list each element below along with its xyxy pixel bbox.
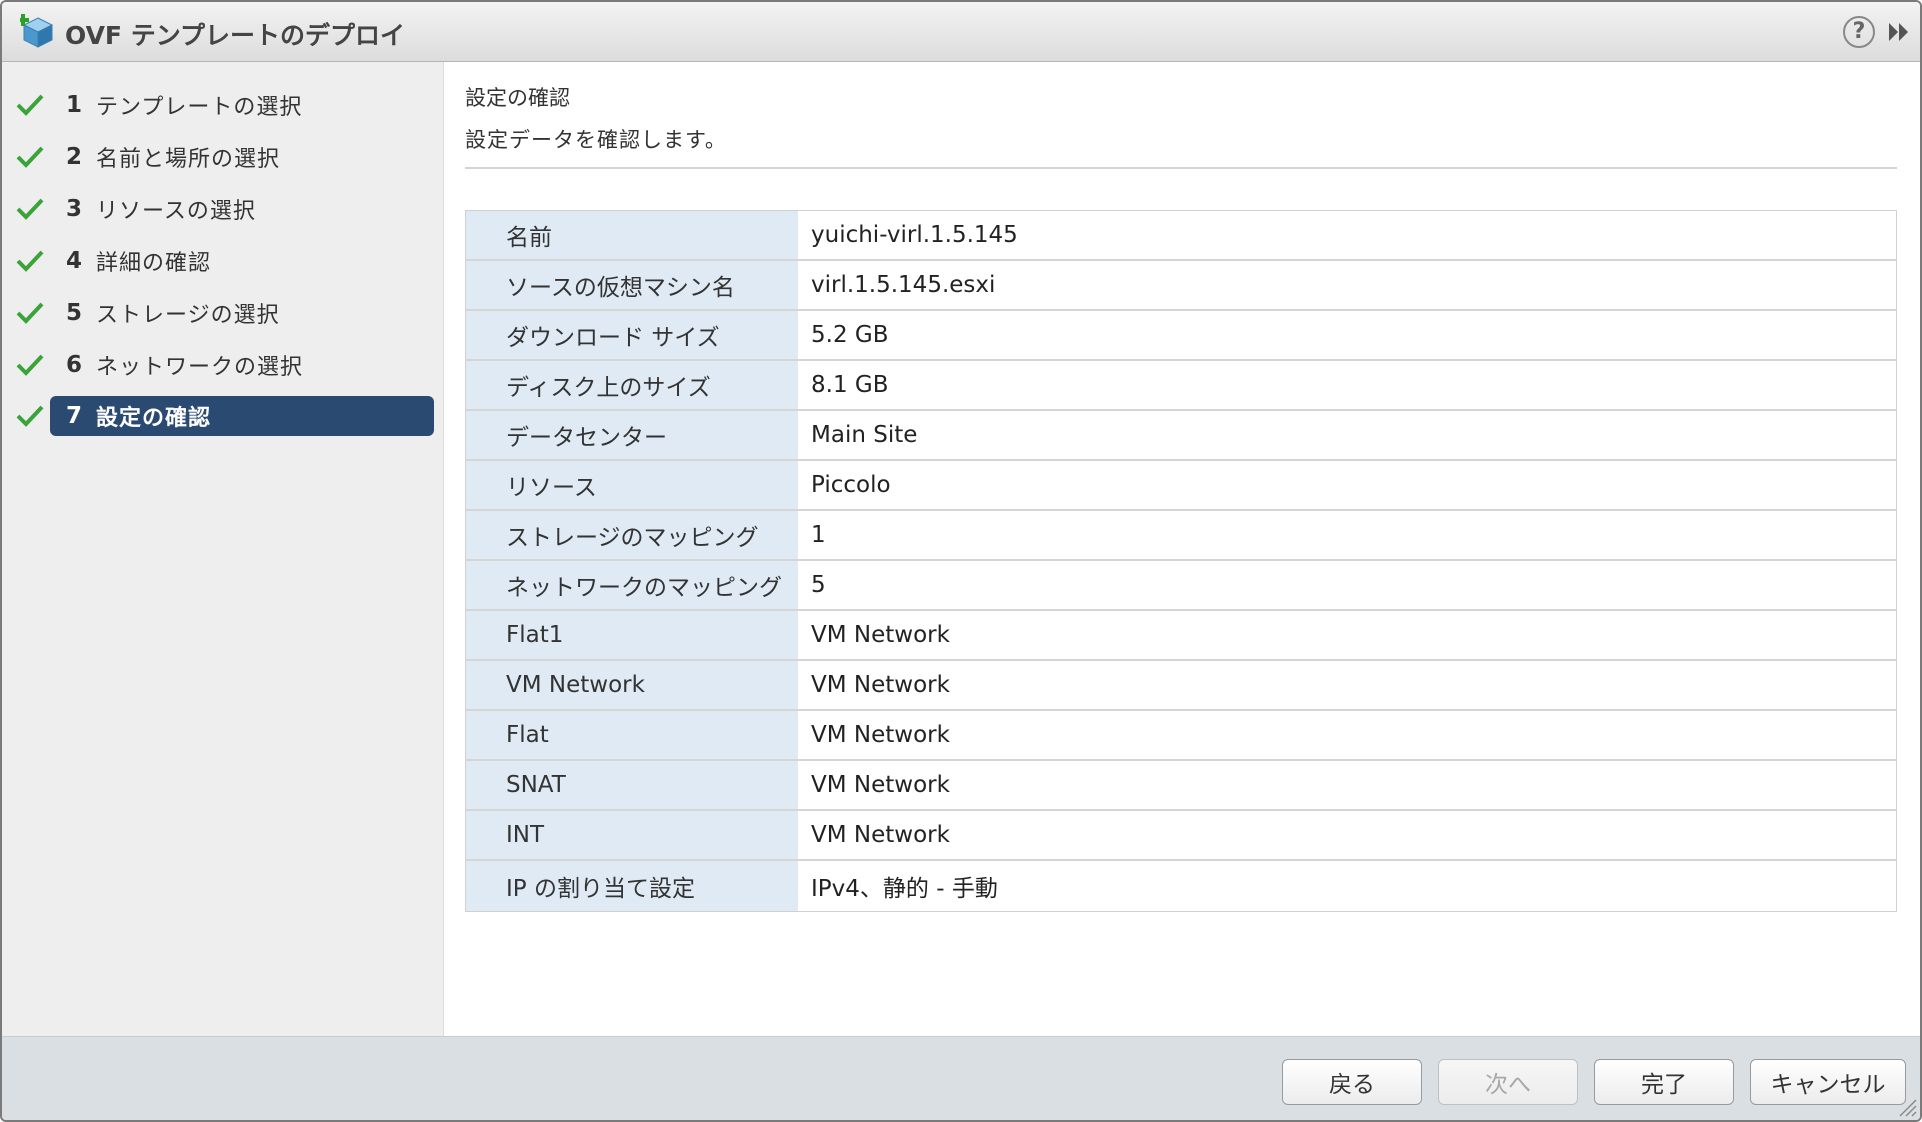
step-number: 2 bbox=[66, 144, 83, 170]
row-label: Flat1 bbox=[466, 611, 798, 659]
row-label: VM Network bbox=[466, 661, 798, 709]
table-row: ダウンロード サイズ 5.2 GB bbox=[466, 311, 1896, 361]
row-value: Main Site bbox=[798, 411, 1896, 459]
row-value: 5.2 GB bbox=[798, 311, 1896, 359]
row-label: ダウンロード サイズ bbox=[466, 311, 798, 359]
table-row: SNAT VM Network bbox=[466, 761, 1896, 811]
step-7-review-settings[interactable]: 7 設定の確認 bbox=[2, 396, 444, 436]
help-glyph: ? bbox=[1852, 19, 1866, 44]
table-row-storage-mapping[interactable]: ストレージのマッピング 1 bbox=[466, 511, 1896, 561]
check-icon bbox=[16, 405, 44, 427]
check-icon bbox=[16, 146, 44, 168]
wizard-steps-sidebar: 1 テンプレートの選択 2 名前と場所の選択 3 リソースの選択 4 詳細の確認 5 スト… bbox=[2, 62, 444, 1036]
row-value: IPv4、静的 - 手動 bbox=[798, 861, 1896, 911]
double-chevron-right-icon[interactable] bbox=[1887, 20, 1911, 44]
next-button[interactable]: 次へ bbox=[1438, 1059, 1578, 1105]
step-number: 5 bbox=[66, 300, 83, 326]
table-row: VM Network VM Network bbox=[466, 661, 1896, 711]
resize-grip-icon[interactable] bbox=[1896, 1096, 1918, 1118]
row-value: yuichi-virl.1.5.145 bbox=[798, 211, 1896, 259]
check-icon bbox=[16, 94, 44, 116]
table-row-ip-allocation[interactable]: IP の割り当て設定 IPv4、静的 - 手動 bbox=[466, 861, 1896, 911]
table-row: データセンター Main Site bbox=[466, 411, 1896, 461]
main-content: 設定の確認 設定データを確認します。 名前 yuichi-virl.1.5.14… bbox=[445, 62, 1920, 1036]
table-row-network-mapping[interactable]: ネットワークのマッピング 5 bbox=[466, 561, 1896, 611]
ovf-deploy-icon bbox=[20, 14, 54, 48]
step-1-select-template[interactable]: 1 テンプレートの選択 bbox=[2, 85, 444, 125]
row-label: Flat bbox=[466, 711, 798, 759]
help-icon[interactable]: ? bbox=[1843, 16, 1875, 48]
window-title: OVF テンプレートのデプロイ bbox=[65, 21, 405, 50]
step-label: 名前と場所の選択 bbox=[96, 147, 281, 172]
row-value: VM Network bbox=[798, 611, 1896, 659]
table-row: ディスク上のサイズ 8.1 GB bbox=[466, 361, 1896, 411]
step-label: ストレージの選択 bbox=[96, 303, 280, 328]
check-icon bbox=[16, 354, 44, 376]
table-row: 名前 yuichi-virl.1.5.145 bbox=[466, 211, 1896, 261]
step-5-select-storage[interactable]: 5 ストレージの選択 bbox=[2, 293, 444, 333]
dialog-footer: 戻る 次へ 完了 キャンセル bbox=[2, 1036, 1920, 1120]
row-label: IP の割り当て設定 bbox=[466, 861, 798, 911]
title-bar: OVF テンプレートのデプロイ ? bbox=[2, 2, 1920, 62]
table-row: Flat1 VM Network bbox=[466, 611, 1896, 661]
row-label: ディスク上のサイズ bbox=[466, 361, 798, 409]
check-icon bbox=[16, 198, 44, 220]
step-number: 3 bbox=[66, 196, 83, 222]
step-6-select-network[interactable]: 6 ネットワークの選択 bbox=[2, 345, 444, 385]
row-value: VM Network bbox=[798, 661, 1896, 709]
divider bbox=[465, 167, 1897, 169]
table-row: Flat VM Network bbox=[466, 711, 1896, 761]
row-label: INT bbox=[466, 811, 798, 859]
finish-button[interactable]: 完了 bbox=[1594, 1059, 1734, 1105]
row-value: VM Network bbox=[798, 761, 1896, 809]
back-button[interactable]: 戻る bbox=[1282, 1059, 1422, 1105]
step-2-select-name-location[interactable]: 2 名前と場所の選択 bbox=[2, 137, 444, 177]
step-number: 6 bbox=[66, 352, 83, 378]
row-value: virl.1.5.145.esxi bbox=[798, 261, 1896, 309]
step-label: ネットワークの選択 bbox=[96, 355, 304, 380]
row-value: VM Network bbox=[798, 811, 1896, 859]
check-icon bbox=[16, 302, 44, 324]
check-icon bbox=[16, 250, 44, 272]
row-label: ストレージのマッピング bbox=[466, 511, 798, 559]
row-label: 名前 bbox=[466, 211, 798, 259]
step-label: 設定の確認 bbox=[96, 406, 212, 431]
table-row: リソース Piccolo bbox=[466, 461, 1896, 511]
cancel-button[interactable]: キャンセル bbox=[1750, 1059, 1906, 1105]
row-value: 8.1 GB bbox=[798, 361, 1896, 409]
table-row: ソースの仮想マシン名 virl.1.5.145.esxi bbox=[466, 261, 1896, 311]
row-label: ネットワークのマッピング bbox=[466, 561, 798, 609]
step-4-review-details[interactable]: 4 詳細の確認 bbox=[2, 241, 444, 281]
row-label: SNAT bbox=[466, 761, 798, 809]
step-number: 4 bbox=[66, 248, 83, 274]
row-value: Piccolo bbox=[798, 461, 1896, 509]
step-number: 1 bbox=[66, 92, 83, 118]
page-description: 設定データを確認します。 bbox=[465, 128, 727, 152]
step-label: リソースの選択 bbox=[96, 199, 256, 224]
step-label: テンプレートの選択 bbox=[96, 95, 303, 120]
step-3-select-resource[interactable]: 3 リソースの選択 bbox=[2, 189, 444, 229]
page-title: 設定の確認 bbox=[465, 86, 570, 110]
settings-summary-table: 名前 yuichi-virl.1.5.145 ソースの仮想マシン名 virl.1… bbox=[465, 210, 1897, 912]
row-label: ソースの仮想マシン名 bbox=[466, 261, 798, 309]
row-label: リソース bbox=[466, 461, 798, 509]
row-value: 5 bbox=[798, 561, 1896, 609]
step-label: 詳細の確認 bbox=[96, 251, 212, 276]
step-number: 7 bbox=[66, 403, 83, 429]
table-row: INT VM Network bbox=[466, 811, 1896, 861]
row-value: VM Network bbox=[798, 711, 1896, 759]
row-label: データセンター bbox=[466, 411, 798, 459]
row-value: 1 bbox=[798, 511, 1896, 559]
ovf-deploy-dialog: OVF テンプレートのデプロイ ? 1 テンプレートの選択 2 名前と場所の選択 3… bbox=[0, 0, 1922, 1122]
